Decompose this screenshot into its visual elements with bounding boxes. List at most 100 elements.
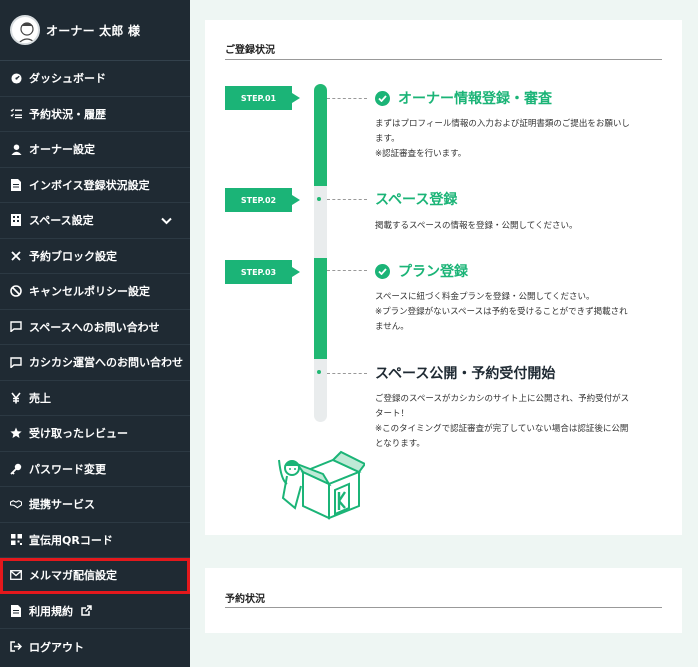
chat-icon [10, 321, 22, 333]
registration-status-card: ご登録状況 STEP.01 オーナー情報登録・審査 まずはプロフィール情報の入力… [205, 20, 682, 535]
sidebar-item-label: ダッシュボード [29, 72, 106, 86]
sidebar-item-reviews[interactable]: 受け取ったレビュー [0, 416, 190, 452]
description-line: 掲載するスペースの情報を登録・公開してください。 [375, 221, 578, 231]
check-icon [375, 263, 390, 279]
step-heading: プラン登録 [375, 261, 468, 281]
star-icon [10, 427, 22, 439]
divider [225, 607, 662, 608]
sidebar-item-label: メルマガ配信設定 [29, 569, 117, 583]
description-line: ご登録のスペースがカシカシのサイト上に公開され、予約受付がス [375, 394, 630, 404]
step-description: スペースに紐づく料金プランを登録・公開してください。 ※プラン登録がないスペース… [375, 290, 665, 335]
connector-line [327, 98, 367, 99]
description-line: タート！ [375, 409, 410, 419]
sidebar-item-label: 宣伝用QRコード [29, 533, 113, 547]
step-heading-label: プラン登録 [398, 264, 468, 280]
sidebar-item-partner-services[interactable]: 提携サービス [0, 487, 190, 523]
description-line: ません。 [375, 322, 409, 332]
sidebar-item-qr-code[interactable]: 宣伝用QRコード [0, 523, 190, 558]
step-heading: スペース登録 [375, 189, 457, 209]
sidebar-item-terms[interactable]: 利用規約 [0, 594, 190, 629]
sidebar-item-label: インボイス登録状況設定 [29, 178, 150, 192]
sidebar-item-label: スペース設定 [29, 214, 94, 228]
key-icon [10, 463, 22, 475]
connector-line [327, 199, 367, 200]
sidebar-item-label: 売上 [29, 391, 51, 405]
sidebar-item-label: 利用規約 [29, 604, 73, 618]
connector-line [327, 270, 367, 271]
sidebar-item-label: 受け取ったレビュー [29, 427, 128, 441]
sidebar-item-operator-inquiries[interactable]: カシカシ運営へのお問い合わせ [0, 345, 190, 381]
step-tag: STEP.01 [225, 86, 300, 110]
card-title: ご登録状況 [225, 45, 275, 56]
sidebar-item-label: 提携サービス [29, 498, 95, 512]
progress-dot [317, 197, 321, 201]
step-description: 掲載するスペースの情報を登録・公開してください。 [375, 219, 665, 234]
progress-segment-step1 [314, 84, 327, 186]
user-icon [10, 143, 22, 155]
step-heading-label: オーナー情報登録・審査 [398, 91, 552, 107]
sidebar-item-label: カシカシ運営へのお問い合わせ [29, 356, 183, 370]
sidebar-item-label: スペースへのお問い合わせ [29, 320, 160, 334]
divider [225, 59, 662, 60]
sidebar-item-cancel-policy[interactable]: キャンセルポリシー設定 [0, 274, 190, 310]
step-tag: STEP.03 [225, 260, 300, 284]
sidebar-item-space-settings[interactable]: スペース設定 [0, 203, 190, 239]
sidebar-item-dashboard[interactable]: ダッシュボード [0, 61, 190, 97]
description-line: まずはプロフィール情報の入力および証明書類のご提出をお願いし [375, 119, 630, 129]
sidebar-item-owner-settings[interactable]: オーナー設定 [0, 132, 190, 168]
step-heading-label: スペース登録 [375, 192, 458, 208]
description-line: となります。 [375, 439, 425, 449]
external-link-icon [81, 605, 92, 616]
mascot-box-illustration [275, 450, 367, 524]
avatar [10, 15, 40, 45]
sidebar-item-label: 予約ブロック設定 [29, 249, 117, 263]
logout-icon [10, 641, 22, 653]
sidebar-item-password[interactable]: パスワード変更 [0, 452, 190, 487]
step-heading: スペース公開・予約受付開始 [375, 363, 555, 383]
step-heading-label: スペース公開・予約受付開始 [375, 366, 556, 382]
close-icon [10, 250, 22, 262]
handshake-icon [10, 498, 22, 510]
chevron-down-icon[interactable] [161, 215, 172, 228]
sidebar-item-label: オーナー設定 [29, 143, 95, 157]
step-description: ご登録のスペースがカシカシのサイト上に公開され、予約受付がス タート！ ※このタ… [375, 392, 665, 452]
description-line: ます。 [375, 134, 400, 144]
sidebar-item-label: 予約状況・履歴 [29, 107, 106, 121]
list-icon [10, 108, 22, 120]
document-icon [10, 604, 22, 617]
sidebar-item-block-settings[interactable]: 予約ブロック設定 [0, 239, 190, 274]
connector-line [327, 373, 367, 374]
document-icon [10, 178, 22, 191]
card-title: 予約状況 [225, 594, 265, 605]
step-description: まずはプロフィール情報の入力および証明書類のご提出をお願いし ます。 ※認証審査… [375, 117, 665, 162]
mail-icon [10, 569, 22, 581]
description-line: ※認証審査を行います。 [375, 149, 467, 159]
chat-icon [10, 356, 22, 368]
description-line: ※プラン登録がないスペースは予約を受けることができず掲載され [375, 307, 628, 317]
sidebar-item-invoice[interactable]: インボイス登録状況設定 [0, 168, 190, 203]
step-heading: オーナー情報登録・審査 [375, 88, 552, 108]
user-profile[interactable]: オーナー 太郎 様 [0, 0, 190, 61]
dashboard-icon [10, 72, 22, 84]
sidebar-item-label: パスワード変更 [29, 462, 106, 476]
check-icon [375, 90, 390, 106]
sidebar-item-label: キャンセルポリシー設定 [29, 285, 150, 299]
sidebar: オーナー 太郎 様 ダッシュボード 予約状況・履歴 オーナー設定 インボイス登録… [0, 0, 190, 667]
yen-icon [10, 392, 22, 404]
ban-icon [10, 285, 22, 298]
qr-icon [10, 534, 22, 546]
sidebar-item-space-inquiries[interactable]: スペースへのお問い合わせ [0, 310, 190, 345]
description-line: ※このタイミングで認証審査が完了していない場合は認証後に公開 [375, 424, 629, 434]
progress-segment-step3 [314, 258, 327, 359]
building-icon [10, 214, 22, 227]
sidebar-item-label: ログアウト [29, 640, 84, 654]
sidebar-item-reservations[interactable]: 予約状況・履歴 [0, 97, 190, 132]
description-line: スペースに紐づく料金プランを登録・公開してください。 [375, 292, 595, 302]
reservation-status-card: 予約状況 [205, 568, 682, 633]
step-tag: STEP.02 [225, 188, 300, 212]
user-name: オーナー 太郎 様 [46, 23, 141, 38]
sidebar-item-newsletter[interactable]: メルマガ配信設定 [0, 558, 190, 594]
progress-dot [317, 370, 321, 374]
sidebar-item-sales[interactable]: 売上 [0, 381, 190, 416]
sidebar-item-logout[interactable]: ログアウト [0, 629, 190, 665]
